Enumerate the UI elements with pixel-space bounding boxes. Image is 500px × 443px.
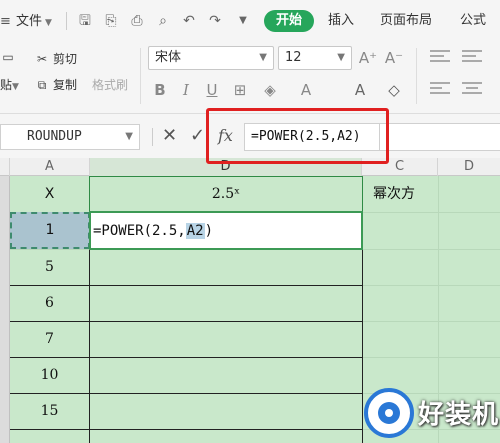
formula-reference: A2: [185, 223, 205, 239]
undo-icon[interactable]: ↶: [180, 12, 198, 30]
column-header-c[interactable]: C: [362, 158, 438, 176]
formula-suffix: ): [204, 223, 214, 239]
formula-prefix: =POWER(2.5,: [93, 223, 186, 239]
ribbon-top-row: ≡ 文件 ▼ 🖫 ⎘ ⎙ ⌕ ↶ ↷ ▼ 开始 插入 页面布局 公式: [0, 0, 500, 42]
cell-a3[interactable]: 5: [10, 249, 89, 285]
cell-a7[interactable]: 15: [10, 393, 89, 429]
cell-a2[interactable]: 1: [10, 212, 90, 249]
font-color-icon[interactable]: A: [296, 80, 316, 100]
font-name-value: 宋体: [155, 50, 182, 65]
chevron-down-icon: ▼: [12, 82, 19, 92]
align-left-icon[interactable]: [430, 82, 450, 98]
save-icon[interactable]: 🖫: [76, 12, 94, 30]
customize-toolbar-icon[interactable]: ▼: [234, 12, 252, 30]
file-menu[interactable]: ≡ 文件 ▼: [0, 10, 52, 29]
insert-function-icon[interactable]: fx: [218, 126, 233, 145]
scissors-icon: ✂: [36, 52, 48, 66]
toolbar-divider: [66, 12, 67, 30]
file-menu-label: 文件: [16, 14, 43, 29]
ribbon-home-panel: ▭ 贴▼ ✂ 剪切 ⧉ 复制 格式刷 宋体 ▼ 12 ▼ A⁺ A⁻ B I U ⊞ ◈…: [0, 42, 500, 114]
fill-color-icon[interactable]: ◈: [260, 80, 280, 100]
cell-c1[interactable]: 幂次方: [363, 176, 438, 212]
cut-label: 剪切: [53, 52, 78, 66]
format-painter-label: 格式刷: [92, 78, 129, 92]
copy-icon: ⧉: [37, 78, 47, 92]
cell-a1[interactable]: X: [10, 176, 89, 212]
column-header-a[interactable]: A: [10, 158, 90, 176]
copy-label: 复制: [53, 78, 78, 92]
chevron-down-icon: ▼: [45, 18, 52, 28]
column-header-d2[interactable]: D: [438, 158, 500, 176]
decrease-font-icon[interactable]: A⁻: [384, 48, 404, 68]
cell-d1[interactable]: 2.5ˣ: [90, 176, 362, 212]
watermark: 好装机: [358, 386, 500, 443]
font-size-value: 12: [285, 50, 302, 65]
cancel-icon[interactable]: ✕: [162, 126, 177, 146]
ribbon-divider: [416, 48, 417, 104]
font-size-select[interactable]: 12 ▼: [278, 46, 352, 70]
align-top-icon[interactable]: [430, 50, 450, 66]
increase-font-icon[interactable]: A⁺: [358, 48, 378, 68]
paste-label: 贴: [0, 78, 13, 92]
align-center-icon[interactable]: [462, 82, 482, 98]
cell-editor-text[interactable]: =POWER(2.5,A2): [93, 213, 213, 249]
tab-home[interactable]: 开始: [264, 10, 315, 32]
chevron-down-icon: ▼: [337, 52, 345, 63]
editing-cell-d2[interactable]: =POWER(2.5,A2): [89, 211, 363, 250]
copy-button[interactable]: ⧉ 复制: [34, 76, 77, 94]
column-headers: A D C D: [0, 158, 500, 176]
cut-button[interactable]: ✂ 剪切: [34, 50, 77, 68]
ribbon-divider: [140, 48, 141, 104]
watermark-logo-icon: [364, 388, 414, 438]
column-header-d[interactable]: D: [90, 158, 362, 176]
format-painter-button[interactable]: 格式刷: [92, 76, 128, 94]
table-border: [10, 429, 363, 430]
export-pdf-icon[interactable]: ⎘: [102, 12, 120, 30]
paste-button[interactable]: 贴▼: [0, 76, 19, 96]
tab-formulas[interactable]: 公式: [460, 10, 486, 32]
select-all-corner[interactable]: [0, 158, 10, 176]
paste-icon[interactable]: ▭: [0, 48, 19, 66]
cell-a6[interactable]: 10: [10, 357, 89, 393]
align-middle-icon[interactable]: [462, 50, 482, 66]
print-icon[interactable]: ⎙: [128, 12, 146, 30]
formula-input[interactable]: =POWER(2.5,A2): [244, 123, 380, 151]
font-name-select[interactable]: 宋体 ▼: [148, 46, 274, 70]
tab-insert[interactable]: 插入: [328, 10, 354, 32]
font-color-a-icon[interactable]: A: [350, 80, 370, 100]
bold-icon[interactable]: B: [150, 80, 170, 100]
name-box-value: ROUNDUP: [27, 129, 82, 144]
formula-bar-divider: [152, 128, 153, 146]
chevron-down-icon: ▼: [125, 131, 133, 142]
clear-format-icon[interactable]: ◇: [384, 80, 404, 100]
row-header-column[interactable]: [0, 176, 10, 443]
watermark-text: 好装机: [418, 400, 500, 430]
underline-icon[interactable]: U: [202, 80, 222, 100]
redo-icon[interactable]: ↷: [206, 12, 224, 30]
cell-a4[interactable]: 6: [10, 285, 89, 321]
name-box[interactable]: ROUNDUP ▼: [0, 124, 140, 150]
borders-icon[interactable]: ⊞: [230, 80, 250, 100]
italic-icon[interactable]: I: [176, 80, 196, 100]
chevron-down-icon: ▼: [259, 52, 267, 63]
menu-icon: ≡: [0, 14, 11, 29]
confirm-icon[interactable]: ✓: [190, 126, 205, 146]
formula-input-extension[interactable]: [380, 123, 500, 151]
cell-a5[interactable]: 7: [10, 321, 89, 357]
print-preview-icon[interactable]: ⌕: [154, 12, 172, 30]
tab-page-layout[interactable]: 页面布局: [380, 10, 432, 32]
formula-bar: ROUNDUP ▼ ✕ ✓ fx =POWER(2.5,A2): [0, 114, 500, 158]
